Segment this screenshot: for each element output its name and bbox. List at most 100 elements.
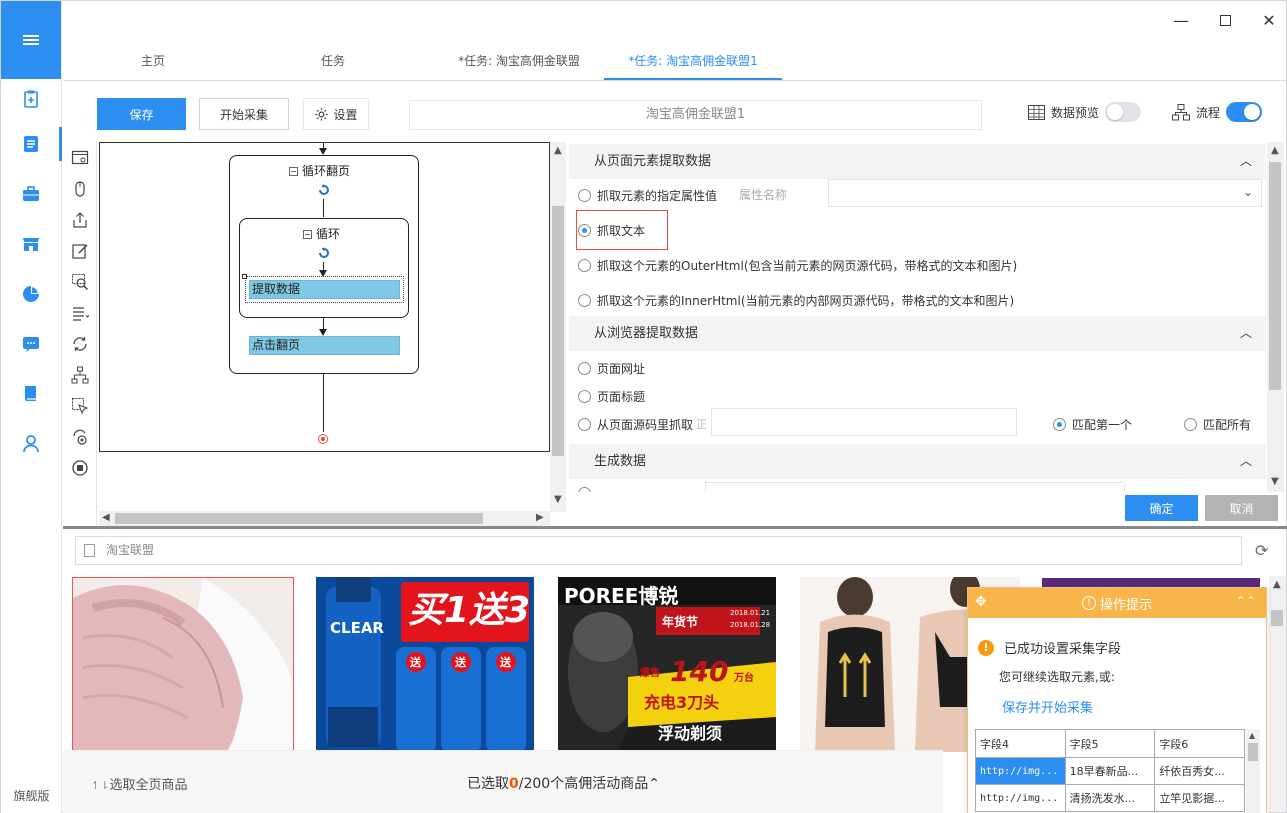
task-name-field[interactable]: 淘宝高佣金联盟1: [409, 100, 982, 130]
flow-toggle[interactable]: [1226, 102, 1263, 122]
tool-select[interactable]: [63, 390, 96, 421]
generate-input[interactable]: [705, 482, 1125, 492]
tool-branch[interactable]: [63, 359, 96, 390]
pane-splitter[interactable]: [63, 526, 1287, 529]
column-header[interactable]: 字段6: [1154, 729, 1245, 758]
minimize-icon[interactable]: —: [1173, 11, 1189, 30]
option-attr-value[interactable]: 抓取元素的指定属性值: [578, 187, 717, 204]
save-and-start-link[interactable]: 保存并开始采集: [1002, 697, 1093, 716]
chevron-up-icon[interactable]: ︿: [1240, 144, 1252, 179]
radio-button[interactable]: [578, 294, 591, 307]
option-page-source[interactable]: 从页面源码里抓取: [578, 416, 693, 433]
tool-list[interactable]: [63, 297, 96, 328]
scroll-thumb[interactable]: [115, 513, 483, 524]
scroll-thumb[interactable]: [552, 206, 564, 456]
tool-click[interactable]: [63, 173, 96, 204]
panel-scrollbar[interactable]: ▲ ▼: [1267, 142, 1284, 492]
sidebar-item-new-task[interactable]: [1, 79, 61, 119]
tab-task-taobao-1[interactable]: *任务: 淘宝高佣金联盟1: [604, 45, 782, 80]
scroll-up-icon[interactable]: ▲: [1273, 579, 1281, 590]
data-preview-toggle[interactable]: [1105, 102, 1142, 122]
tool-export[interactable]: [63, 204, 96, 235]
radio-button[interactable]: [578, 362, 591, 375]
sidebar-item-messages[interactable]: [1, 319, 61, 369]
option-match-first[interactable]: 匹配第一个: [1053, 416, 1132, 433]
radio-button[interactable]: [578, 487, 591, 492]
canvas-vertical-scrollbar[interactable]: ▲ ▼: [550, 142, 566, 512]
scroll-thumb[interactable]: [1269, 162, 1281, 390]
option-outer-html[interactable]: 抓取这个元素的OuterHtml(包含当前元素的网页源代码，带格式的文本和图片): [578, 257, 1017, 274]
collapse-icon[interactable]: −: [303, 230, 312, 239]
scroll-up-icon[interactable]: ▲: [1271, 145, 1279, 156]
attr-name-select[interactable]: ⌄: [828, 179, 1262, 207]
radio-button[interactable]: [1053, 418, 1066, 431]
loop-page-title[interactable]: − 循环翻页: [289, 162, 350, 179]
cancel-button[interactable]: 取消: [1205, 495, 1278, 521]
collapse-icon[interactable]: −: [289, 167, 298, 176]
tool-open-page[interactable]: [63, 142, 96, 173]
option-inner-html[interactable]: 抓取这个元素的InnerHtml(当前元素的内部网页源代码，带格式的文本和图片): [578, 292, 1014, 309]
scroll-thumb[interactable]: [1248, 743, 1258, 761]
close-icon[interactable]: ✕: [1262, 11, 1276, 30]
product-card[interactable]: [72, 577, 294, 752]
loop-title[interactable]: − 循环: [303, 225, 340, 242]
selected-count-text[interactable]: 已选取0/200个高佣活动商品⌃: [467, 773, 660, 793]
page-scrollbar[interactable]: ▲: [1269, 576, 1286, 812]
source-regex-input[interactable]: [711, 408, 1017, 436]
radio-button[interactable]: [1184, 418, 1197, 431]
tab-home[interactable]: 主页: [93, 45, 213, 80]
maximize-icon[interactable]: [1218, 13, 1232, 27]
sidebar-item-tutorial[interactable]: [1, 369, 61, 419]
select-all-products[interactable]: ↿⇂选取全页商品: [91, 774, 187, 793]
action-click-next-page[interactable]: 点击翻页: [249, 336, 400, 355]
address-bar[interactable]: 淘宝联盟: [75, 536, 1242, 565]
scroll-left-icon[interactable]: ◀: [102, 512, 110, 523]
refresh-icon[interactable]: ⟳: [1255, 541, 1268, 560]
radio-button[interactable]: [578, 259, 591, 272]
sidebar-item-market[interactable]: [1, 169, 61, 219]
chevron-up-icon[interactable]: ︿: [1240, 444, 1252, 479]
table-cell[interactable]: 18早春新品...: [1064, 757, 1156, 785]
product-card[interactable]: POREE博锐 年货节 2018.01.21 2018.01.28 爆售 140…: [558, 577, 776, 752]
tool-loop[interactable]: [63, 328, 96, 359]
tool-recognize[interactable]: [63, 266, 96, 297]
tab-task-taobao[interactable]: *任务: 淘宝高佣金联盟: [434, 45, 604, 80]
tab-tasks[interactable]: 任务: [273, 45, 393, 80]
option-page-url[interactable]: 页面网址: [578, 360, 645, 377]
option-page-title[interactable]: 页面标题: [578, 388, 645, 405]
tips-header[interactable]: ✥ ! 操作提示 ⌃⌃: [968, 588, 1266, 618]
scroll-thumb[interactable]: [1271, 610, 1283, 626]
section-browser[interactable]: 从浏览器提取数据 ︿: [569, 316, 1266, 351]
column-header[interactable]: 字段5: [1064, 729, 1156, 758]
collapse-up-icon[interactable]: ⌃⌃: [1236, 594, 1256, 608]
radio-button[interactable]: [578, 189, 591, 202]
table-cell[interactable]: http://img...: [975, 784, 1066, 812]
sidebar-item-store[interactable]: [1, 219, 61, 269]
settings-button[interactable]: 设置: [303, 98, 369, 130]
radio-button[interactable]: [578, 390, 591, 403]
confirm-button[interactable]: 确定: [1125, 495, 1198, 521]
table-cell[interactable]: 清扬洗发水...: [1064, 784, 1156, 812]
move-icon[interactable]: ✥: [975, 594, 987, 610]
table-cell[interactable]: http://img...: [975, 757, 1066, 785]
save-button[interactable]: 保存: [97, 98, 186, 130]
column-header[interactable]: 字段4: [975, 729, 1066, 758]
scroll-right-icon[interactable]: ▶: [536, 512, 544, 523]
table-cell[interactable]: 立竿见影据...: [1154, 784, 1245, 812]
scroll-up-icon[interactable]: ▲: [1249, 731, 1255, 740]
action-extract-data[interactable]: 提取数据: [249, 280, 400, 299]
product-card[interactable]: 买1送3 CLEAR 送 送 送: [316, 577, 534, 752]
workflow-canvas[interactable]: − 循环翻页 − 循环 提取数据 点击翻页: [99, 142, 550, 452]
start-collect-button[interactable]: 开始采集: [199, 98, 289, 130]
tool-input-text[interactable]: [63, 235, 96, 266]
sidebar-item-account[interactable]: [1, 419, 61, 469]
chevron-up-icon[interactable]: ︿: [1240, 316, 1252, 351]
canvas-horizontal-scrollbar[interactable]: ◀ ▶: [99, 511, 550, 526]
tips-table-scrollbar[interactable]: ▲: [1246, 729, 1260, 813]
tool-stop[interactable]: [63, 452, 96, 483]
menu-button[interactable]: [1, 1, 61, 79]
scroll-down-icon[interactable]: ▼: [1271, 476, 1279, 487]
scroll-down-icon[interactable]: ▼: [554, 494, 562, 505]
section-generate[interactable]: 生成数据 ︿: [569, 444, 1266, 479]
sidebar-item-tasks[interactable]: [1, 119, 62, 169]
